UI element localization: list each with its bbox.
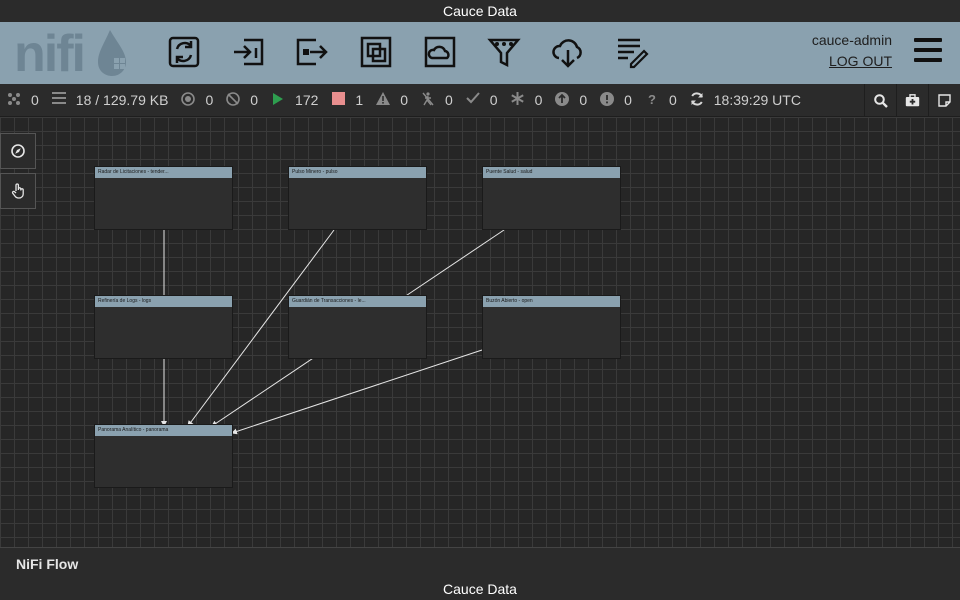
not-transmitting-stat: 0 xyxy=(225,92,258,108)
process-group-title: Refinería de Logs - logs xyxy=(95,296,232,307)
search-icon xyxy=(873,93,888,108)
breadcrumb-root-link[interactable]: NiFi Flow xyxy=(16,556,78,572)
last-refreshed: 18:39:29 UTC xyxy=(713,92,801,108)
stopped-stat: 1 xyxy=(330,92,363,108)
global-menu-icon[interactable] xyxy=(914,38,942,64)
disabled-icon xyxy=(420,92,436,108)
bottom-banner: Cauce Data xyxy=(0,578,960,600)
invalid-stat: 0 xyxy=(375,92,408,108)
user-panel: cauce-admin LOG OUT xyxy=(812,32,892,71)
process-group-title: Radar de Licitaciones - tender... xyxy=(95,167,232,178)
check-icon xyxy=(465,92,481,108)
warning-icon xyxy=(375,92,391,108)
sticky-note-icon xyxy=(938,94,951,107)
queue-list-icon xyxy=(51,92,67,108)
process-group-guardian[interactable]: Guardián de Transacciones - le... xyxy=(288,295,427,359)
nifi-app: Cauce Data nifi cauce-admin LOG OUT 0 18… xyxy=(0,0,960,600)
refresh-icon[interactable] xyxy=(689,92,705,108)
asterisk-icon xyxy=(510,92,526,108)
template-icon[interactable] xyxy=(548,32,588,72)
disabled-stat: 0 xyxy=(420,92,453,108)
funnel-icon[interactable] xyxy=(484,32,524,72)
process-group-buzon[interactable]: Buzón Abierto - open xyxy=(482,295,621,359)
search-button[interactable] xyxy=(864,84,896,117)
header-toolbar: nifi cauce-admin LOG OUT xyxy=(0,22,960,84)
nifi-logo-text: nifi xyxy=(14,25,86,83)
sticky-note-button[interactable] xyxy=(928,84,960,117)
process-group-title: Pulso Minero - pulso xyxy=(289,167,426,178)
remote-process-group-icon[interactable] xyxy=(420,32,460,72)
refresh-stat: 18:39:29 UTC xyxy=(689,92,801,108)
navigate-button[interactable] xyxy=(0,133,36,169)
transmitting-stat: 0 xyxy=(180,92,213,108)
process-group-puente[interactable]: Puente Salud - salud xyxy=(482,166,621,230)
queued-stat: 18 / 129.79 KB xyxy=(51,92,168,108)
running-stat: 172 xyxy=(270,92,318,108)
statusbar-actions xyxy=(864,84,960,117)
process-group-pulso[interactable]: Pulso Minero - pulso xyxy=(288,166,427,230)
process-group-panorama[interactable]: Panorama Analítico - panorama xyxy=(94,424,233,488)
not-transmitting-icon xyxy=(225,92,241,108)
bulletin-board-button[interactable] xyxy=(896,84,928,117)
output-port-icon[interactable] xyxy=(292,32,332,72)
stopped-square-icon xyxy=(330,92,346,108)
breadcrumb: NiFi Flow xyxy=(0,547,960,578)
processor-icon[interactable] xyxy=(164,32,204,72)
hand-pointer-icon xyxy=(11,183,24,199)
up-to-date-stat: 0 xyxy=(465,92,498,108)
process-group-radar[interactable]: Radar de Licitaciones - tender... xyxy=(94,166,233,230)
process-group-title: Buzón Abierto - open xyxy=(483,296,620,307)
label-icon[interactable] xyxy=(612,32,652,72)
top-banner: Cauce Data xyxy=(0,0,960,22)
flow-status-bar: 0 18 / 129.79 KB 0 0 172 1 0 0 0 0 0 0 ?… xyxy=(0,84,960,117)
exclamation-circle-icon xyxy=(599,92,615,108)
cluster-icon xyxy=(6,92,22,108)
logout-link[interactable]: LOG OUT xyxy=(829,53,892,69)
stale-stat: 0 xyxy=(554,92,587,108)
process-group-title: Panorama Analítico - panorama xyxy=(95,425,232,436)
question-icon: ? xyxy=(647,92,656,107)
nifi-logo: nifi xyxy=(12,25,132,83)
medkit-icon xyxy=(905,94,920,107)
process-group-refineria[interactable]: Refinería de Logs - logs xyxy=(94,295,233,359)
arrow-up-circle-icon xyxy=(554,92,570,108)
current-user: cauce-admin xyxy=(811,32,892,48)
cluster-stat: 0 xyxy=(6,92,39,108)
running-play-icon xyxy=(270,92,286,108)
drop-icon xyxy=(98,30,126,76)
connection-buzon-panorama xyxy=(231,349,483,435)
errors-stat: 0 xyxy=(599,92,632,108)
input-port-icon[interactable] xyxy=(228,32,268,72)
transmitting-icon xyxy=(180,92,196,108)
compass-icon xyxy=(11,144,25,158)
locally-modified-stat: 0 xyxy=(510,92,542,108)
unknown-stat: ? 0 xyxy=(644,92,677,108)
flow-canvas[interactable]: Radar de Licitaciones - tender... Pulso … xyxy=(0,117,960,547)
process-group-icon[interactable] xyxy=(356,32,396,72)
process-group-title: Guardián de Transacciones - le... xyxy=(289,296,426,307)
operate-button[interactable] xyxy=(0,173,36,209)
process-group-title: Puente Salud - salud xyxy=(483,167,620,178)
